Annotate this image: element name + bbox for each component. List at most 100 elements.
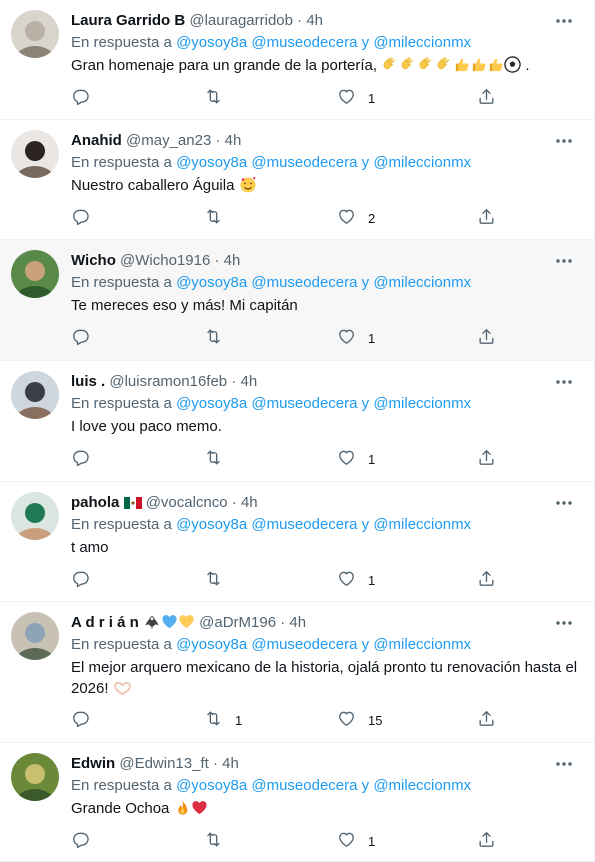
timestamp[interactable]: 4h	[225, 132, 242, 149]
mention-link[interactable]: @mileccionmx	[373, 34, 471, 51]
reply-button[interactable]	[71, 710, 102, 730]
reply-button[interactable]	[71, 88, 102, 108]
retweet-button[interactable]	[204, 831, 235, 851]
mention-link[interactable]: @museodecera	[251, 636, 357, 653]
clapping-hands-icon	[435, 56, 453, 79]
heart-hands-icon	[113, 681, 132, 702]
mention-link[interactable]: @yosoy8a	[176, 395, 247, 412]
reply-button[interactable]	[71, 208, 102, 228]
avatar[interactable]	[11, 753, 59, 801]
like-button[interactable]: 15	[337, 710, 382, 730]
tweet-text: t amo	[71, 537, 581, 558]
display-name[interactable]: luis .	[71, 373, 105, 390]
more-icon[interactable]	[554, 614, 574, 632]
user-handle[interactable]: @may_an23	[126, 132, 211, 149]
avatar[interactable]	[11, 492, 59, 540]
mention-link[interactable]: @yosoy8a	[176, 777, 247, 794]
reply-button[interactable]	[71, 449, 102, 469]
mention-link[interactable]: @yosoy8a	[176, 274, 247, 291]
mention-link[interactable]: @museodecera	[251, 777, 357, 794]
like-button[interactable]: 1	[337, 449, 375, 469]
reply-timeline: Laura Garrido B @lauragarridob · 4h En r…	[0, 0, 595, 862]
tweet[interactable]: luis . @luisramon16feb · 4h En respuesta…	[0, 361, 594, 482]
avatar[interactable]	[11, 371, 59, 419]
share-button[interactable]	[477, 831, 496, 851]
like-button[interactable]: 2	[337, 208, 375, 228]
reply-button[interactable]	[71, 831, 102, 851]
more-icon[interactable]	[554, 252, 574, 270]
mention-link[interactable]: @yosoy8a	[176, 34, 247, 51]
reply-button[interactable]	[71, 328, 102, 348]
tweet[interactable]: Anahid @may_an23 · 4h En respuesta a @yo…	[0, 120, 594, 240]
mention-link[interactable]: @yosoy8a	[176, 636, 247, 653]
user-handle[interactable]: @luisramon16feb	[109, 373, 227, 390]
tweet[interactable]: Edwin @Edwin13_ft · 4h En respuesta a @y…	[0, 743, 594, 862]
mention-link[interactable]: @mileccionmx	[373, 274, 471, 291]
display-name[interactable]: Anahid	[71, 132, 122, 149]
mention-link[interactable]: @museodecera	[251, 395, 357, 412]
mention-link[interactable]: @mileccionmx	[373, 636, 471, 653]
share-button[interactable]	[477, 570, 496, 590]
display-name[interactable]: pahola	[71, 494, 119, 511]
more-icon[interactable]	[554, 12, 574, 30]
share-button[interactable]	[477, 449, 496, 469]
mention-link[interactable]: @mileccionmx	[373, 154, 471, 171]
mention-conjunction: y	[361, 777, 370, 794]
avatar[interactable]	[11, 250, 59, 298]
timestamp[interactable]: 4h	[289, 614, 306, 631]
timestamp[interactable]: 4h	[306, 12, 323, 29]
like-button[interactable]: 1	[337, 570, 375, 590]
reply-icon	[71, 709, 90, 731]
tweet-text: Gran homenaje para un grande de la porte…	[71, 55, 581, 79]
mention-link[interactable]: @museodecera	[251, 154, 357, 171]
retweet-button[interactable]	[204, 328, 235, 348]
separator-dot: ·	[215, 132, 221, 149]
retweet-button[interactable]	[204, 570, 235, 590]
share-button[interactable]	[477, 88, 496, 108]
timestamp[interactable]: 4h	[224, 252, 241, 269]
user-handle[interactable]: @Wicho1916	[120, 252, 210, 269]
timestamp[interactable]: 4h	[241, 373, 258, 390]
more-icon[interactable]	[554, 494, 574, 512]
mention-link[interactable]: @museodecera	[251, 34, 357, 51]
display-name[interactable]: A d r i á n	[71, 614, 139, 631]
tweet[interactable]: Laura Garrido B @lauragarridob · 4h En r…	[0, 0, 594, 120]
user-handle[interactable]: @lauragarridob	[189, 12, 293, 29]
avatar[interactable]	[11, 130, 59, 178]
mention-link[interactable]: @mileccionmx	[373, 777, 471, 794]
tweet-body: Te mereces eso y más! Mi capitán	[71, 297, 298, 314]
tweet[interactable]: pahola @vocalcnco · 4h En respuesta a @y…	[0, 482, 594, 602]
retweet-button[interactable]	[204, 88, 235, 108]
tweet[interactable]: A d r i á n @aDrM196 · 4h En respuesta a…	[0, 602, 594, 743]
display-name[interactable]: Wicho	[71, 252, 116, 269]
share-button[interactable]	[477, 328, 496, 348]
mention-link[interactable]: @yosoy8a	[176, 516, 247, 533]
avatar[interactable]	[11, 10, 59, 58]
display-name[interactable]: Laura Garrido B	[71, 12, 185, 29]
avatar[interactable]	[11, 612, 59, 660]
reply-button[interactable]	[71, 570, 102, 590]
like-button[interactable]: 1	[337, 328, 375, 348]
retweet-button[interactable]	[204, 208, 235, 228]
like-button[interactable]: 1	[337, 831, 375, 851]
more-icon[interactable]	[554, 132, 574, 150]
timestamp[interactable]: 4h	[222, 755, 239, 772]
more-icon[interactable]	[554, 373, 574, 391]
mention-link[interactable]: @museodecera	[251, 274, 357, 291]
mention-link[interactable]: @mileccionmx	[373, 395, 471, 412]
mention-link[interactable]: @museodecera	[251, 516, 357, 533]
share-button[interactable]	[477, 710, 496, 730]
user-handle[interactable]: @aDrM196	[199, 614, 276, 631]
mention-link[interactable]: @yosoy8a	[176, 154, 247, 171]
user-handle[interactable]: @Edwin13_ft	[119, 755, 208, 772]
retweet-button[interactable]: 1	[204, 710, 242, 730]
share-button[interactable]	[477, 208, 496, 228]
more-icon[interactable]	[554, 755, 574, 773]
user-handle[interactable]: @vocalcnco	[146, 494, 228, 511]
display-name[interactable]: Edwin	[71, 755, 115, 772]
mention-link[interactable]: @mileccionmx	[373, 516, 471, 533]
tweet[interactable]: Wicho @Wicho1916 · 4h En respuesta a @yo…	[0, 240, 594, 361]
timestamp[interactable]: 4h	[241, 494, 258, 511]
like-button[interactable]: 1	[337, 88, 375, 108]
retweet-button[interactable]	[204, 449, 235, 469]
